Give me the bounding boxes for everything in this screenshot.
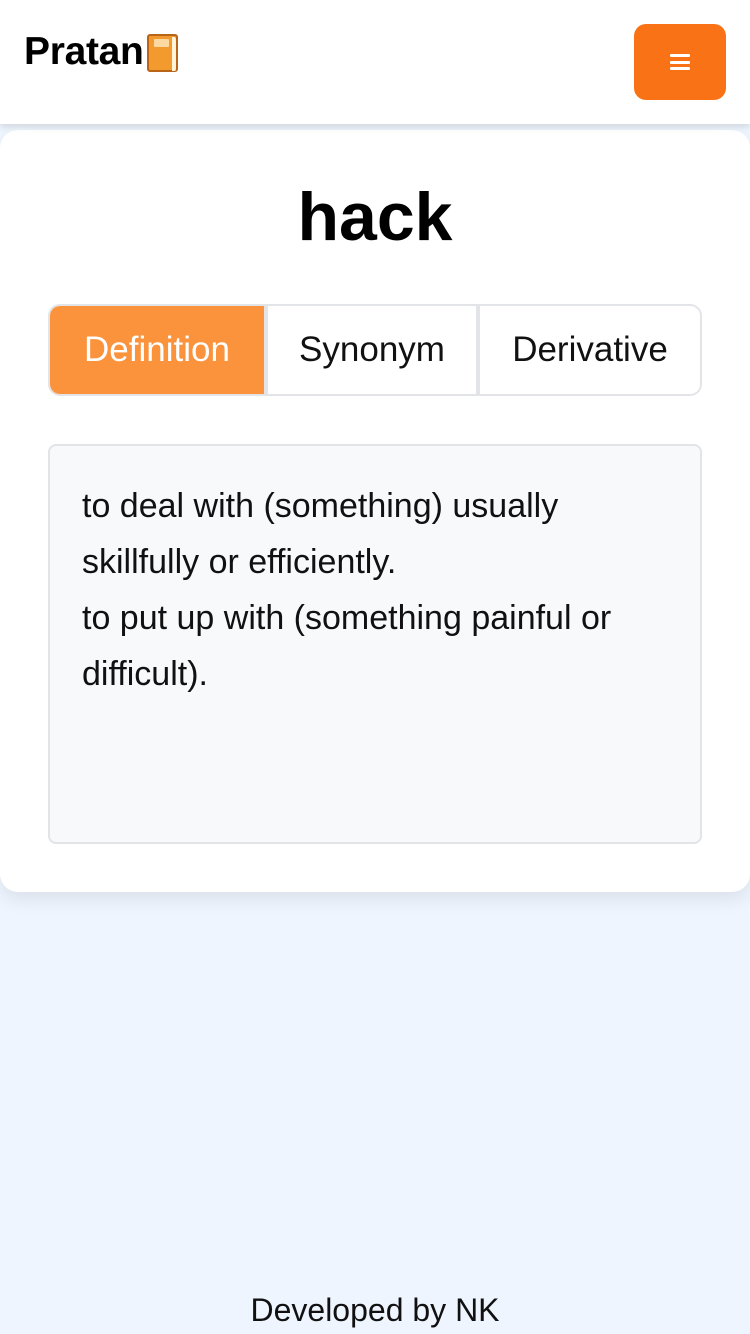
navbar: Pratan (0, 0, 750, 124)
tab-derivative[interactable]: Derivative (476, 306, 700, 394)
tab-synonym[interactable]: Synonym (264, 306, 476, 394)
tab-bar: Definition Synonym Derivative (48, 304, 702, 396)
menu-button[interactable] (634, 24, 726, 100)
tab-definition[interactable]: Definition (50, 306, 264, 394)
book-icon (146, 34, 178, 72)
hamburger-icon (670, 54, 690, 70)
brand[interactable]: Pratan (24, 30, 178, 74)
word-title: hack (297, 179, 453, 255)
definition-line: to put up with (something painful or dif… (82, 599, 612, 693)
definition-line: to deal with (something) usually skillfu… (82, 487, 559, 581)
word-card: hack Definition Synonym Derivative to de… (0, 130, 750, 892)
footer-credit: Developed by NK (250, 1292, 500, 1328)
brand-name: Pratan (24, 30, 144, 73)
definition-panel: to deal with (something) usually skillfu… (48, 444, 702, 844)
